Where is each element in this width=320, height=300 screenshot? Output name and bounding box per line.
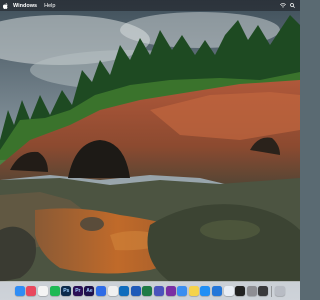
menu-item-windows[interactable]: Windows (13, 3, 37, 9)
dock-safari-icon[interactable] (223, 286, 234, 296)
dock-finder-icon[interactable] (14, 286, 25, 296)
dock-terminal-icon[interactable] (235, 286, 246, 296)
dock-after-effects-glyph: Ae (86, 288, 93, 294)
desktop-wallpaper (0, 0, 300, 300)
dock-launchpad-icon[interactable] (26, 286, 37, 296)
dock-onenote-icon[interactable] (165, 286, 176, 296)
dock: Ps Pr Ae (0, 281, 300, 300)
search-icon[interactable] (290, 3, 296, 9)
dock-app-store-icon[interactable] (200, 286, 211, 296)
dock-spotify-icon[interactable] (49, 286, 60, 296)
dock-separator (271, 285, 273, 297)
menu-item-help[interactable]: Help (44, 3, 55, 9)
dock-trash-icon[interactable] (275, 286, 286, 296)
dock-chrome-icon[interactable] (38, 286, 49, 296)
dock-after-effects-icon[interactable]: Ae (84, 286, 95, 296)
dock-xcode-icon[interactable] (211, 286, 222, 296)
dock-notes-icon[interactable] (188, 286, 199, 296)
dock-photoshop-glyph: Ps (63, 288, 70, 294)
dock-photos-icon[interactable] (107, 286, 118, 296)
menu-bar: Windows Help (0, 0, 300, 11)
dock-mail-icon[interactable] (177, 286, 188, 296)
dock-fontbase-icon[interactable] (96, 286, 107, 296)
dock-teams-icon[interactable] (154, 286, 164, 296)
dock-system-preferences-icon[interactable] (246, 286, 257, 296)
dock-premiere-icon[interactable]: Pr (72, 286, 83, 296)
dock-premiere-glyph: Pr (75, 288, 81, 294)
dock-activity-monitor-icon[interactable] (258, 286, 269, 296)
dock-photoshop-icon[interactable]: Ps (61, 286, 72, 296)
dock-excel-icon[interactable] (142, 286, 153, 296)
dock-outlook-icon[interactable] (119, 286, 130, 296)
apple-menu-icon[interactable] (3, 2, 9, 9)
wifi-icon[interactable] (280, 3, 286, 9)
dock-word-icon[interactable] (130, 286, 141, 296)
